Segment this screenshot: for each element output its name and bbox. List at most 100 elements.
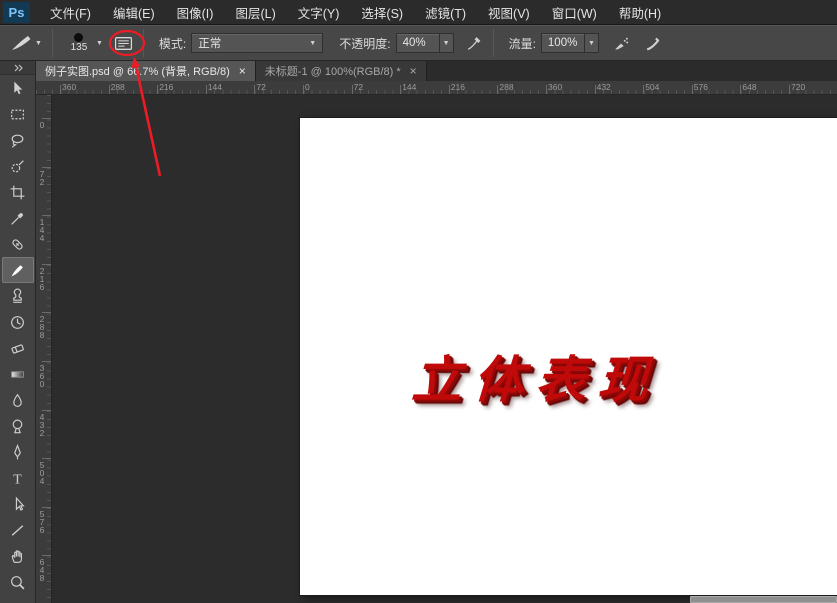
- flow-label: 流量:: [509, 35, 536, 52]
- brush-panel-icon: [114, 35, 133, 52]
- ruler-label: 504: [645, 82, 659, 92]
- ruler-tick: [109, 85, 110, 94]
- menubar-item-7[interactable]: 视图(V): [477, 0, 541, 25]
- ruler-tick: [352, 85, 353, 94]
- ruler-label: 360: [62, 82, 76, 92]
- ruler-tick: [595, 85, 596, 94]
- flow-slider-button[interactable]: ▼: [585, 33, 599, 53]
- opacity-value: 40%: [403, 37, 426, 49]
- rectangular-marquee-tool[interactable]: [2, 101, 34, 127]
- ruler-label: 144: [402, 82, 416, 92]
- ruler-label: 288: [499, 82, 513, 92]
- hand-tool[interactable]: [2, 543, 34, 569]
- ruler-tick: [157, 85, 158, 94]
- ruler-tick: [497, 85, 498, 94]
- pressure-opacity-button[interactable]: [462, 29, 486, 57]
- lasso-tool[interactable]: [2, 127, 34, 153]
- line-shape-tool[interactable]: [2, 517, 34, 543]
- menubar-item-2[interactable]: 图像(I): [166, 0, 225, 25]
- tab-close-icon[interactable]: ×: [410, 66, 417, 77]
- brush-tip-preview: [74, 33, 83, 42]
- document-tab-bar: 例子实图.psd @ 66.7% (背景, RGB/8)×未标题-1 @ 100…: [36, 61, 837, 81]
- ruler-tick: [42, 410, 51, 411]
- path-selection-tool[interactable]: [2, 491, 34, 517]
- menubar-item-5[interactable]: 选择(S): [350, 0, 414, 25]
- spot-healing-brush-tool[interactable]: [2, 231, 34, 257]
- menubar-item-8[interactable]: 窗口(W): [541, 0, 608, 25]
- ruler-tick: [740, 85, 741, 94]
- tools-panel-collapse-button[interactable]: [0, 61, 35, 75]
- canvas-area[interactable]: 立体表现: [52, 95, 837, 603]
- blend-mode-dropdown[interactable]: 正常 ▼: [191, 33, 323, 53]
- ruler-tick: [42, 458, 51, 459]
- brush-tool[interactable]: [2, 257, 34, 283]
- svg-text:T: T: [13, 471, 22, 486]
- ruler-label: 720: [791, 82, 805, 92]
- ruler-label: 0: [37, 120, 47, 128]
- pen-tool[interactable]: [2, 439, 34, 465]
- ruler-label: 360: [37, 363, 47, 387]
- document-tab[interactable]: 未标题-1 @ 100%(RGB/8) *×: [256, 61, 427, 81]
- opacity-dropdown[interactable]: 40%: [396, 33, 440, 53]
- history-brush-tool[interactable]: [2, 309, 34, 335]
- document-tab[interactable]: 例子实图.psd @ 66.7% (背景, RGB/8)×: [36, 61, 256, 81]
- separator: [143, 29, 144, 57]
- ruler-tick: [254, 85, 255, 94]
- tool-preset-picker-button[interactable]: ▼: [6, 29, 45, 57]
- brush-preset-picker[interactable]: 135 ▼: [64, 33, 103, 53]
- gradient-tool[interactable]: [2, 361, 34, 387]
- menubar-item-6[interactable]: 滤镜(T): [414, 0, 477, 25]
- opacity-label: 不透明度:: [339, 35, 390, 52]
- menubar-item-1[interactable]: 编辑(E): [102, 0, 166, 25]
- ruler-label: 72: [256, 82, 265, 92]
- crop-tool[interactable]: [2, 179, 34, 205]
- eyedropper-tool[interactable]: [2, 205, 34, 231]
- tab-close-icon[interactable]: ×: [239, 66, 246, 77]
- ruler-label: 648: [37, 557, 47, 581]
- horizontal-type-tool[interactable]: T: [2, 465, 34, 491]
- quick-selection-tool[interactable]: [2, 153, 34, 179]
- menubar-item-9[interactable]: 帮助(H): [608, 0, 672, 25]
- ruler-tick: [546, 85, 547, 94]
- stylus-pressure-icon: [465, 35, 483, 52]
- move-tool[interactable]: [2, 75, 34, 101]
- ruler-tick: [449, 85, 450, 94]
- opacity-slider-button[interactable]: ▼: [440, 33, 454, 53]
- tools-list: T: [0, 75, 35, 595]
- tools-panel: T: [0, 61, 36, 603]
- airbrush-icon: [612, 35, 630, 52]
- clone-stamp-tool[interactable]: [2, 283, 34, 309]
- ruler-label: 576: [694, 82, 708, 92]
- ruler-label: 576: [37, 509, 47, 533]
- flow-value: 100%: [548, 37, 577, 49]
- pressure-size-button[interactable]: [641, 29, 665, 57]
- flow-dropdown[interactable]: 100%: [541, 33, 585, 53]
- chevron-down-icon: ▼: [96, 40, 103, 47]
- ruler-tick: [692, 85, 693, 94]
- airbrush-button[interactable]: [609, 29, 633, 57]
- ruler-label: 144: [37, 217, 47, 241]
- chevron-down-icon: ▼: [35, 40, 42, 47]
- document-canvas[interactable]: 立体表现: [300, 118, 837, 595]
- menubar-item-4[interactable]: 文字(Y): [287, 0, 351, 25]
- ruler-label: 648: [742, 82, 756, 92]
- photoshop-logo: Ps: [3, 2, 30, 23]
- vertical-ruler: 072144216288360432504576648720: [36, 95, 52, 603]
- ruler-tick: [42, 361, 51, 362]
- horizontal-ruler: 3602882161447207214421628836043250457664…: [36, 81, 837, 95]
- dodge-tool[interactable]: [2, 413, 34, 439]
- ruler-tick: [60, 85, 61, 94]
- menu-items: 文件(F)编辑(E)图像(I)图层(L)文字(Y)选择(S)滤镜(T)视图(V)…: [39, 0, 672, 25]
- separator: [493, 29, 494, 57]
- blur-tool[interactable]: [2, 387, 34, 413]
- ruler-tick: [42, 215, 51, 216]
- menubar-item-0[interactable]: 文件(F): [39, 0, 102, 25]
- eraser-tool[interactable]: [2, 335, 34, 361]
- ruler-label: 72: [354, 82, 363, 92]
- toggle-brush-panel-button[interactable]: [111, 29, 136, 57]
- menubar-item-3[interactable]: 图层(L): [224, 0, 286, 25]
- zoom-tool[interactable]: [2, 569, 34, 595]
- horizontal-scrollbar-thumb[interactable]: [690, 596, 837, 603]
- ruler-label: 72: [37, 169, 47, 185]
- ruler-tick: [42, 312, 51, 313]
